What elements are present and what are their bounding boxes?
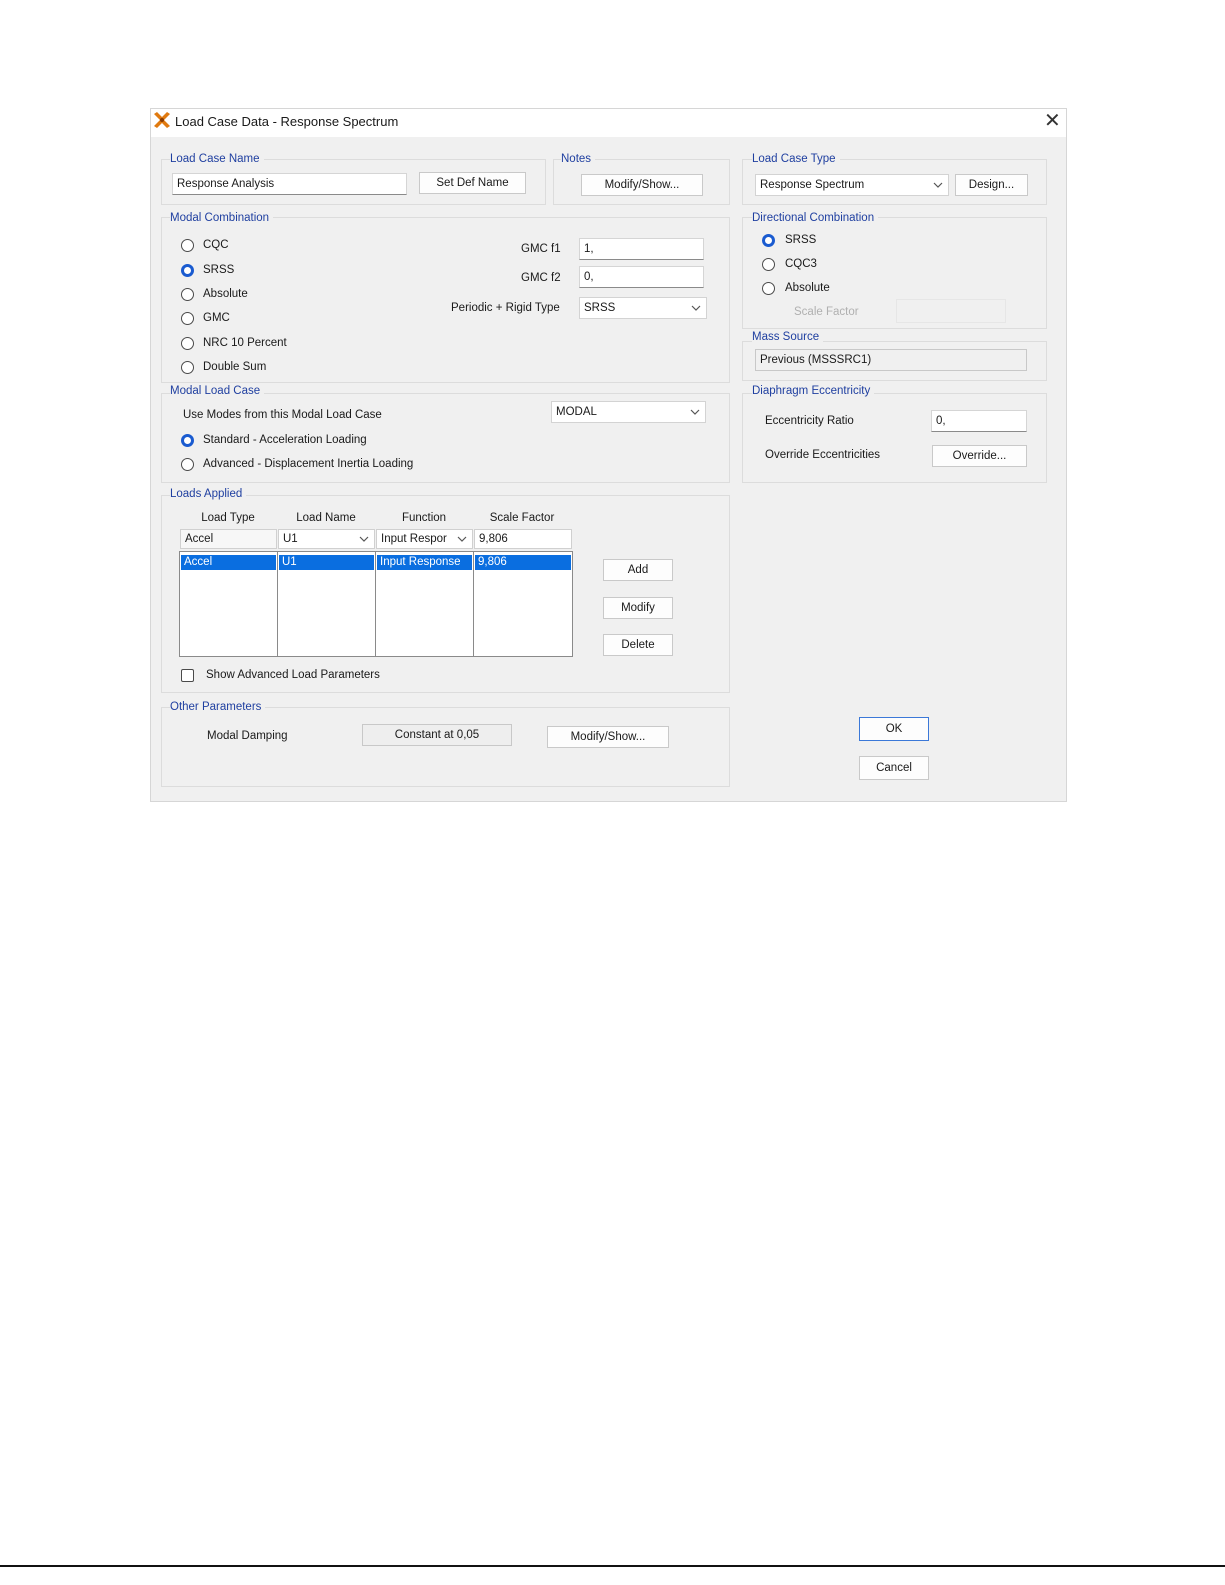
radio-cqc-label: CQC bbox=[203, 239, 229, 251]
row-function[interactable]: Input Response bbox=[377, 555, 472, 570]
load-case-type-label: Load Case Type bbox=[752, 153, 840, 165]
page-bottom-border bbox=[0, 1565, 1225, 1567]
app-icon bbox=[154, 112, 170, 128]
col-header-load-name: Load Name bbox=[296, 512, 356, 524]
radio-standard-label: Standard - Acceleration Loading bbox=[203, 434, 367, 446]
eccentricity-ratio-label: Eccentricity Ratio bbox=[765, 415, 854, 427]
radio-absolute[interactable] bbox=[181, 288, 194, 301]
load-case-type-value: Response Spectrum bbox=[760, 179, 865, 191]
modal-load-case-select[interactable]: MODAL bbox=[551, 401, 706, 423]
load-case-name-label: Load Case Name bbox=[170, 153, 264, 165]
list-col-function[interactable]: Input Response bbox=[375, 551, 474, 657]
radio-advanced-label: Advanced - Displacement Inertia Loading bbox=[203, 458, 414, 470]
modify-button[interactable]: Modify bbox=[603, 597, 673, 619]
damping-modify-show-button[interactable]: Modify/Show... bbox=[547, 726, 669, 748]
notes-label: Notes bbox=[561, 153, 596, 165]
radio-gmc[interactable] bbox=[181, 312, 194, 325]
row-scale-factor[interactable]: 9,806 bbox=[475, 555, 571, 570]
chevron-down-icon bbox=[691, 305, 701, 311]
radio-dir-cqc3[interactable] bbox=[762, 258, 775, 271]
use-modes-label: Use Modes from this Modal Load Case bbox=[183, 409, 382, 421]
radio-nrc-label: NRC 10 Percent bbox=[203, 337, 287, 349]
edit-function-select[interactable]: Input Respor bbox=[376, 529, 473, 549]
radio-dir-absolute[interactable] bbox=[762, 282, 775, 295]
load-case-dialog: Load Case Data - Response Spectrum ✕ Loa… bbox=[150, 108, 1067, 802]
delete-button[interactable]: Delete bbox=[603, 634, 673, 656]
radio-dir-cqc3-label: CQC3 bbox=[785, 258, 817, 270]
modal-damping-value: Constant at 0,05 bbox=[362, 724, 512, 746]
radio-gmc-label: GMC bbox=[203, 312, 230, 324]
override-eccentricities-label: Override Eccentricities bbox=[765, 449, 881, 461]
title-bar: Load Case Data - Response Spectrum ✕ bbox=[151, 109, 1066, 137]
periodic-rigid-type-label: Periodic + Rigid Type bbox=[451, 302, 560, 314]
list-col-load-type[interactable]: Accel bbox=[179, 551, 278, 657]
radio-double-sum-label: Double Sum bbox=[203, 361, 267, 373]
window-title: Load Case Data - Response Spectrum bbox=[175, 114, 399, 129]
radio-absolute-label: Absolute bbox=[203, 288, 248, 300]
radio-srss-label: SRSS bbox=[203, 264, 235, 276]
scale-factor-label: Scale Factor bbox=[794, 306, 859, 318]
col-header-load-type: Load Type bbox=[201, 512, 255, 524]
mass-source-field: Previous (MSSSRC1) bbox=[755, 349, 1027, 371]
chevron-down-icon bbox=[457, 535, 467, 543]
list-col-scale-factor[interactable]: 9,806 bbox=[473, 551, 573, 657]
gmc-f2-label: GMC f2 bbox=[521, 272, 561, 284]
row-load-name[interactable]: U1 bbox=[279, 555, 374, 570]
notes-modify-show-button[interactable]: Modify/Show... bbox=[581, 174, 703, 196]
design-button[interactable]: Design... bbox=[955, 174, 1028, 196]
diaphragm-eccentricity-label: Diaphragm Eccentricity bbox=[752, 385, 875, 397]
col-header-function: Function bbox=[401, 512, 447, 524]
set-def-name-button[interactable]: Set Def Name bbox=[419, 172, 526, 194]
radio-dir-absolute-label: Absolute bbox=[785, 282, 830, 294]
radio-srss[interactable] bbox=[181, 264, 194, 277]
edit-load-name-select[interactable]: U1 bbox=[278, 529, 375, 549]
radio-double-sum[interactable] bbox=[181, 361, 194, 374]
edit-function-value: Input Respor bbox=[381, 533, 447, 545]
radio-standard-acceleration[interactable] bbox=[181, 434, 194, 447]
chevron-down-icon bbox=[690, 409, 700, 415]
gmc-f2-input[interactable]: 0, bbox=[579, 266, 704, 288]
gmc-f1-input[interactable]: 1, bbox=[579, 238, 704, 260]
periodic-rigid-type-select[interactable]: SRSS bbox=[579, 297, 707, 319]
row-load-type[interactable]: Accel bbox=[181, 555, 276, 570]
edit-load-type[interactable]: Accel bbox=[180, 529, 277, 549]
modal-combination-label: Modal Combination bbox=[170, 212, 274, 224]
modal-damping-label: Modal Damping bbox=[207, 730, 288, 742]
eccentricity-ratio-input[interactable]: 0, bbox=[931, 410, 1027, 432]
gmc-f1-label: GMC f1 bbox=[521, 243, 561, 255]
modal-load-case-value: MODAL bbox=[556, 406, 597, 418]
modal-load-case-label: Modal Load Case bbox=[170, 385, 265, 397]
add-button[interactable]: Add bbox=[603, 559, 673, 581]
load-case-name-input[interactable]: Response Analysis bbox=[172, 173, 407, 195]
loads-applied-label: Loads Applied bbox=[170, 488, 247, 500]
ok-button[interactable]: OK bbox=[859, 717, 929, 741]
radio-cqc[interactable] bbox=[181, 239, 194, 252]
radio-dir-srss-label: SRSS bbox=[785, 234, 817, 246]
radio-nrc-10-percent[interactable] bbox=[181, 337, 194, 350]
chevron-down-icon bbox=[933, 182, 943, 188]
list-col-load-name[interactable]: U1 bbox=[277, 551, 376, 657]
col-header-scale-factor: Scale Factor bbox=[489, 512, 555, 524]
diaphragm-eccentricity-group bbox=[742, 393, 1047, 483]
radio-advanced-displacement[interactable] bbox=[181, 458, 194, 471]
scale-factor-input bbox=[896, 299, 1006, 323]
directional-combination-label: Directional Combination bbox=[752, 212, 879, 224]
override-button[interactable]: Override... bbox=[932, 445, 1027, 467]
mass-source-label: Mass Source bbox=[752, 331, 824, 343]
cancel-button[interactable]: Cancel bbox=[859, 756, 929, 780]
edit-scale-factor-input[interactable]: 9,806 bbox=[474, 529, 572, 549]
other-parameters-label: Other Parameters bbox=[170, 701, 266, 713]
show-advanced-label: Show Advanced Load Parameters bbox=[206, 669, 380, 681]
show-advanced-checkbox[interactable] bbox=[181, 669, 194, 682]
radio-dir-srss[interactable] bbox=[762, 234, 775, 247]
load-case-type-select[interactable]: Response Spectrum bbox=[755, 174, 949, 196]
periodic-rigid-type-value: SRSS bbox=[584, 302, 616, 314]
edit-load-name-value: U1 bbox=[283, 533, 298, 545]
close-icon[interactable]: ✕ bbox=[1044, 110, 1061, 132]
chevron-down-icon bbox=[359, 536, 369, 542]
